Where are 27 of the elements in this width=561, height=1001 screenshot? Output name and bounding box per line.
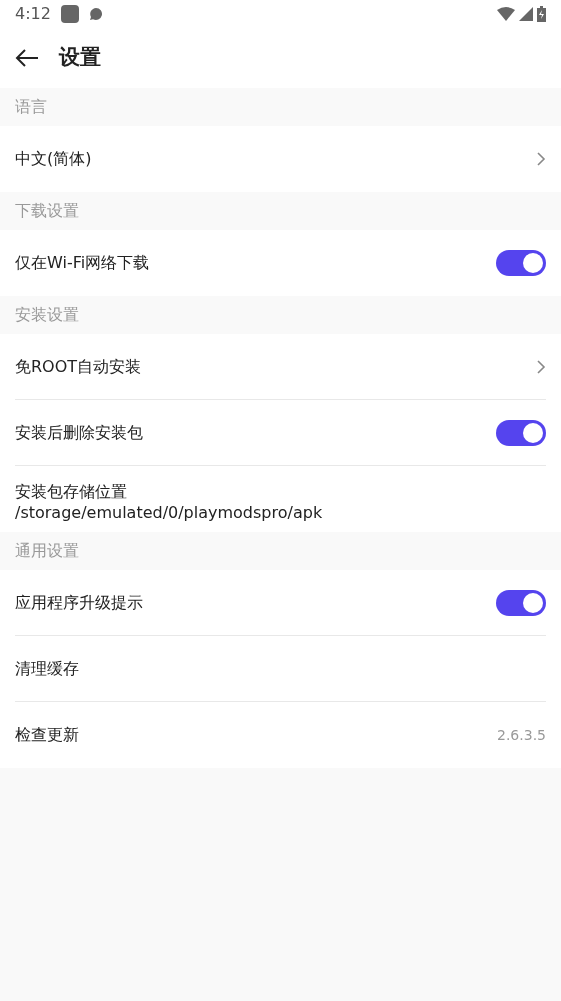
section-title: 通用设置	[15, 540, 79, 562]
section-title: 安装设置	[15, 304, 79, 326]
chat-bubble-icon	[88, 6, 103, 21]
toggle-switch[interactable]	[496, 419, 546, 446]
chevron-right-icon	[536, 151, 546, 167]
battery-icon	[537, 5, 546, 22]
chevron-right-icon	[536, 358, 546, 375]
row-label: 安装包存储位置	[15, 481, 128, 502]
signal-icon	[519, 6, 533, 21]
row-label: 安装后删除安装包	[15, 421, 143, 444]
row-label: 清理缓存	[15, 657, 79, 680]
toggle-switch[interactable]	[496, 589, 546, 616]
back-arrow-icon[interactable]	[15, 47, 39, 68]
page-title: 设置	[59, 43, 101, 71]
row-label: 免ROOT自动安装	[15, 355, 142, 378]
toggle-switch[interactable]	[496, 250, 546, 276]
row-label: 中文(简体)	[15, 148, 92, 170]
row-label: 检查更新	[15, 724, 79, 746]
row-label: 应用程序升级提示	[15, 591, 143, 614]
version-text: 2.6.3.5	[497, 725, 546, 745]
path-text: /storage/emulated/0/playmodspro/apk	[15, 502, 323, 523]
row-label: 仅在Wi-Fi网络下载	[15, 252, 150, 274]
section-title: 语言	[15, 96, 47, 118]
status-time: 4:12	[15, 2, 51, 25]
section-title: 下载设置	[15, 200, 79, 222]
app-notification-icon	[60, 4, 79, 23]
wifi-icon	[497, 6, 515, 21]
